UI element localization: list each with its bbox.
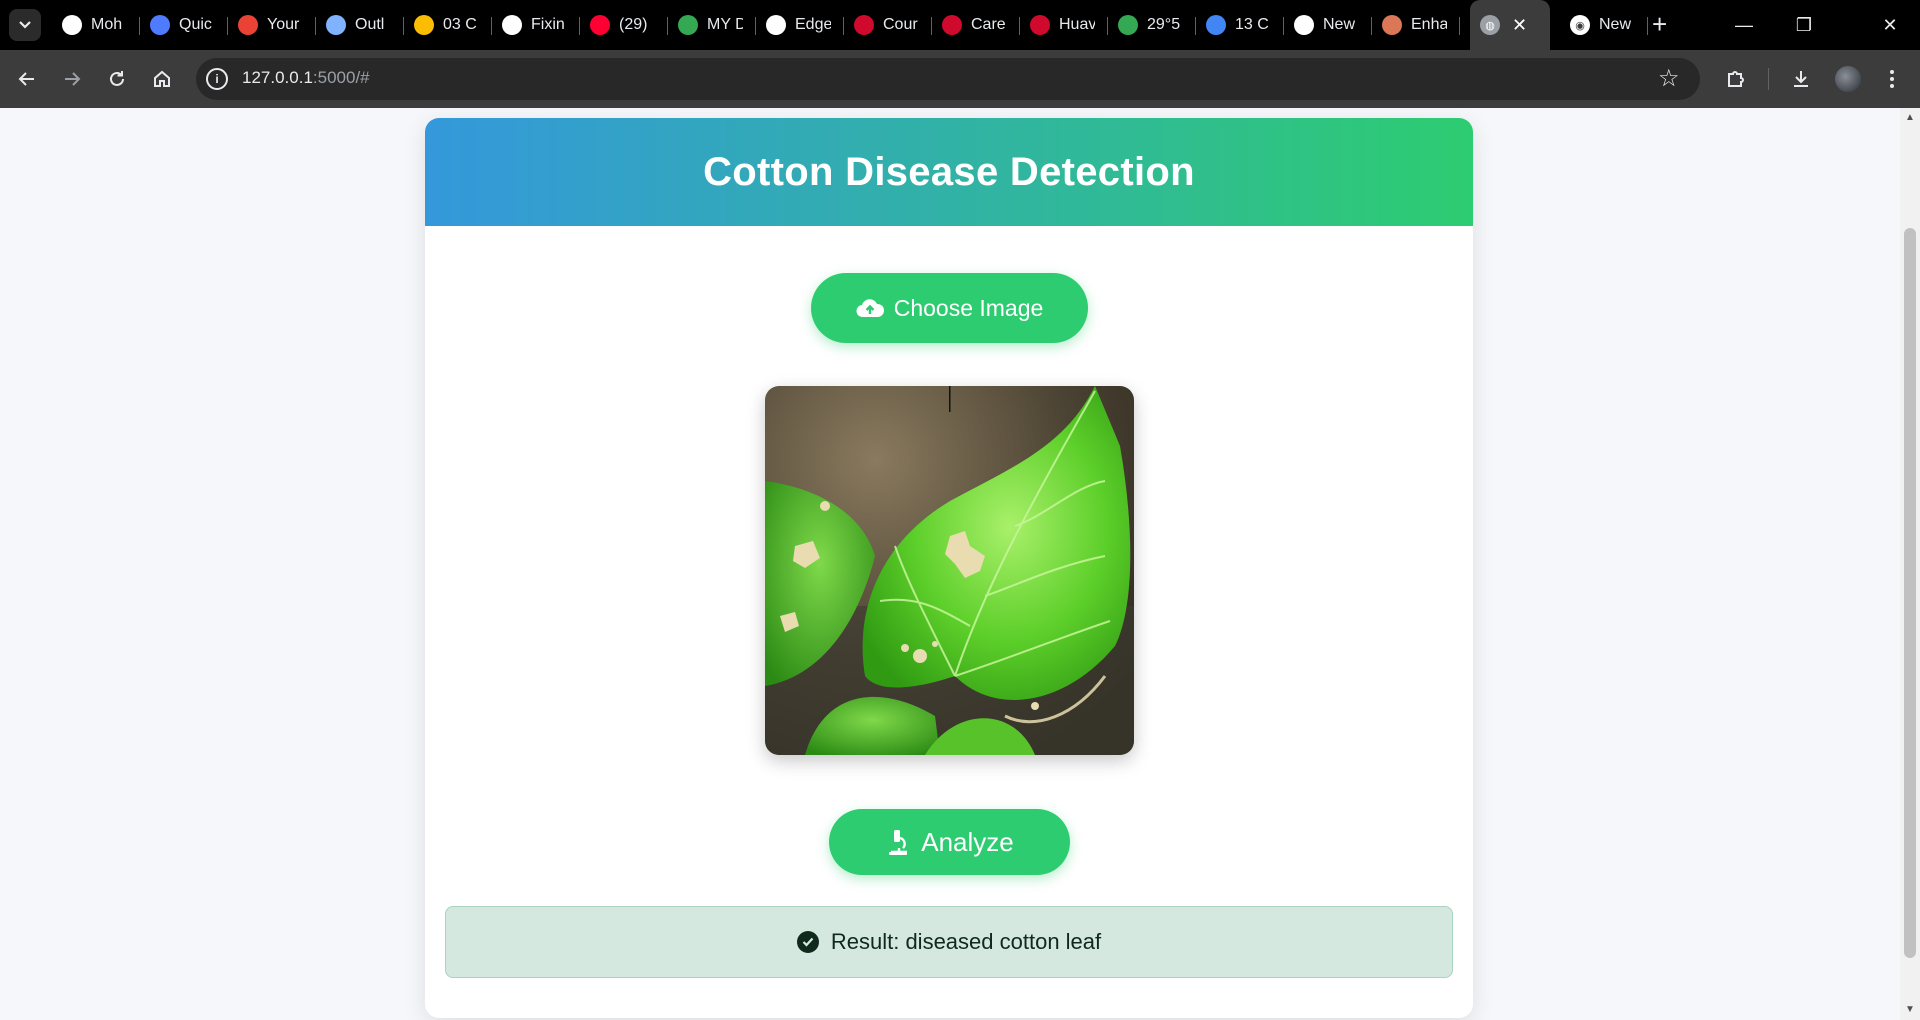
tab-9[interactable]: Cour — [844, 0, 932, 50]
leaf-image-preview — [765, 386, 1134, 755]
gmail-icon — [238, 15, 258, 35]
tab-4[interactable]: 03 C — [404, 0, 492, 50]
chatgpt-icon — [766, 15, 786, 35]
tab-active[interactable]: ◍ ✕ — [1470, 0, 1550, 50]
tab-5[interactable]: Fixin — [492, 0, 580, 50]
tab-title: MY D — [707, 16, 743, 33]
back-button[interactable] — [11, 63, 43, 95]
tab-10[interactable]: Care — [932, 0, 1020, 50]
url-text[interactable]: 127.0.0.1:5000/# — [242, 68, 370, 88]
cloud-upload-icon — [856, 299, 884, 318]
github-icon — [62, 15, 82, 35]
analyze-label: Analyze — [921, 826, 1014, 857]
tab-3[interactable]: Outl — [316, 0, 404, 50]
huawei-icon — [942, 15, 962, 35]
tab-title: (29) — [619, 16, 648, 33]
leaf-photo — [765, 386, 1134, 755]
close-window-button[interactable]: ✕ — [1860, 0, 1920, 50]
chatgpt-icon — [502, 15, 522, 35]
result-alert: Result: diseased cotton leaf — [445, 906, 1453, 978]
tab-title: 29°5 — [1147, 16, 1181, 33]
kebab-menu-icon — [1890, 70, 1894, 88]
tab-11[interactable]: Huav — [1020, 0, 1108, 50]
app-header: Cotton Disease Detection — [425, 118, 1473, 226]
claude-icon — [1382, 15, 1402, 35]
home-icon — [154, 70, 170, 87]
close-icon[interactable]: ✕ — [1512, 15, 1527, 36]
minimize-button[interactable]: — — [1714, 0, 1774, 50]
tab-1[interactable]: Quic — [140, 0, 228, 50]
scroll-up-arrow-icon[interactable]: ▲ — [1904, 112, 1916, 123]
drive-icon — [414, 15, 434, 35]
tab-title: Care — [971, 16, 1006, 33]
tab-title: Outl — [355, 16, 385, 33]
tab-title: Moh — [91, 16, 123, 33]
tab-title: Edge — [795, 16, 831, 33]
github-icon — [1294, 15, 1314, 35]
tab-title: 13 C — [1235, 16, 1269, 33]
address-bar[interactable] — [196, 58, 1700, 100]
globe-icon: ◍ — [1480, 15, 1500, 35]
maps-pin-icon — [1118, 15, 1138, 35]
tab-list: Moh Quic Your Outl 03 C Fixin (29) MY D Edge Cour… — [52, 0, 1460, 50]
tab-strip: Moh Quic Your Outl 03 C Fixin (29) MY D Edge Cour… — [0, 0, 1920, 50]
chevron-down-icon — [19, 21, 31, 29]
arrow-left-icon — [18, 72, 34, 86]
drive-icon — [678, 15, 698, 35]
bookmark-star-icon[interactable]: ☆ — [1658, 64, 1680, 93]
tab-8[interactable]: Edge — [756, 0, 844, 50]
choose-image-label: Choose Image — [893, 294, 1044, 321]
huawei-icon — [854, 15, 874, 35]
microscope-icon — [889, 830, 908, 855]
quickshare-icon — [150, 15, 170, 35]
download-icon — [1794, 71, 1808, 87]
forward-button[interactable] — [56, 63, 88, 95]
scrollbar-thumb[interactable] — [1904, 228, 1916, 958]
page-scrollbar[interactable]: ▲ ▼ — [1900, 108, 1920, 1020]
tab-6[interactable]: (29) — [580, 0, 668, 50]
choose-image-button[interactable]: Choose Image — [811, 273, 1088, 343]
tab-12[interactable]: 29°5 — [1108, 0, 1196, 50]
page-viewport: Cotton Disease Detection Choose Image An… — [0, 108, 1900, 1020]
arrow-right-icon — [65, 72, 81, 86]
downloads-button[interactable] — [1785, 63, 1817, 95]
tab-title: Huav — [1059, 16, 1095, 33]
tab-title: Quic — [179, 16, 212, 33]
extensions-button[interactable] — [1720, 63, 1752, 95]
tab-new[interactable]: ◉ New — [1560, 0, 1648, 50]
tab-0[interactable]: Moh — [52, 0, 140, 50]
tab-title: Your — [267, 16, 300, 33]
reload-button[interactable] — [101, 63, 133, 95]
restore-button[interactable]: ❐ — [1774, 0, 1834, 50]
puzzle-icon — [1728, 71, 1744, 87]
check-circle-icon — [796, 931, 819, 953]
reload-icon — [110, 71, 124, 86]
chrome-icon: ◉ — [1570, 15, 1590, 35]
tab-7[interactable]: MY D — [668, 0, 756, 50]
tab-title: Cour — [883, 16, 918, 33]
tab-2[interactable]: Your — [228, 0, 316, 50]
site-info-icon[interactable]: i — [206, 68, 228, 90]
tab-search-button[interactable] — [9, 9, 41, 41]
app-card: Cotton Disease Detection Choose Image An… — [425, 118, 1473, 1018]
drive-icon — [1206, 15, 1226, 35]
result-text: Result: diseased cotton leaf — [830, 929, 1102, 954]
tab-13[interactable]: 13 C — [1196, 0, 1284, 50]
copilot-icon — [326, 15, 346, 35]
youtube-icon — [590, 15, 610, 35]
tab-title: 03 C — [443, 16, 477, 33]
tab-15[interactable]: Enha — [1372, 0, 1460, 50]
analyze-button[interactable]: Analyze — [829, 809, 1070, 875]
tab-title: Enha — [1411, 16, 1447, 33]
menu-button[interactable] — [1876, 63, 1908, 95]
page-title: Cotton Disease Detection — [703, 149, 1195, 194]
huawei-icon — [1030, 15, 1050, 35]
new-tab-button[interactable]: + — [1652, 8, 1667, 40]
tab-title: New — [1323, 16, 1356, 33]
home-button[interactable] — [146, 63, 178, 95]
tab-14[interactable]: New — [1284, 0, 1372, 50]
profile-avatar[interactable] — [1832, 63, 1864, 95]
scroll-down-arrow-icon[interactable]: ▼ — [1904, 1004, 1916, 1015]
tab-title: Fixin — [531, 16, 565, 33]
